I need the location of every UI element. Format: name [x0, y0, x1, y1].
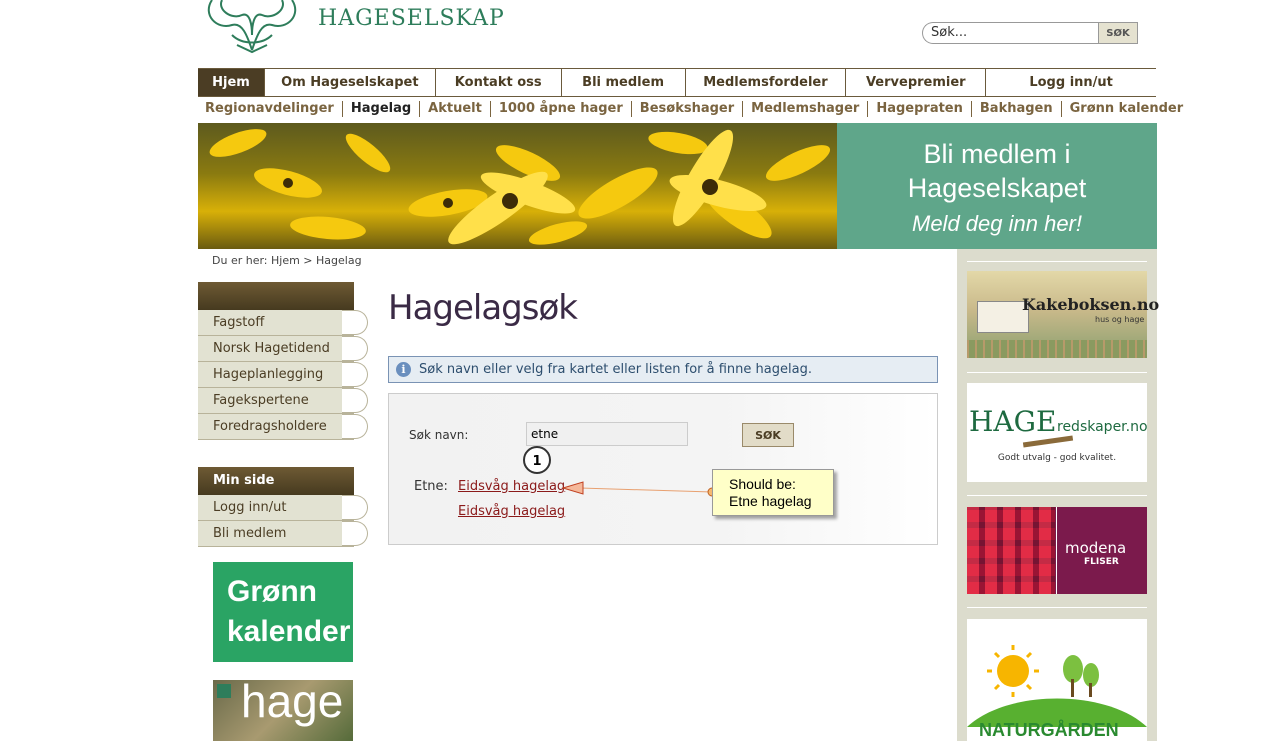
sub-nav: Regionavdelinger Hagelag Aktuelt 1000 åp… [205, 101, 1191, 117]
annotation-marker: 1 [523, 446, 551, 474]
subnav-besokshager[interactable]: Besøkshager [632, 101, 744, 117]
search-panel [388, 393, 938, 545]
left-nav-fagstoff[interactable]: Fagstoff [198, 310, 368, 336]
ad-kakeboksen[interactable]: Kakeboksen.no hus og hage [967, 271, 1159, 358]
result-link[interactable]: Eidsvåg hagelag [458, 504, 565, 519]
subnav-aktuelt[interactable]: Aktuelt [420, 101, 491, 117]
nav-hjem[interactable]: Hjem [198, 69, 265, 96]
annotation-note: Should be: Etne hagelag [712, 469, 834, 516]
subnav-hagepraten[interactable]: Hagepraten [868, 101, 972, 117]
fence-image [967, 340, 1147, 358]
min-side-header: Min side [198, 467, 354, 495]
cta-subtitle: Meld deg inn her! [912, 211, 1082, 236]
tile-pattern-overlay [967, 507, 1055, 594]
left-nav-hageplanlegging[interactable]: Hageplanlegging [198, 362, 368, 388]
search-name-input[interactable]: etne [526, 422, 688, 446]
divider [967, 607, 1147, 608]
nav-logg-inn[interactable]: Logg inn/ut [986, 69, 1156, 96]
gronn-kalender-promo[interactable]: Grønn kalender [213, 562, 353, 662]
subnav-gronn-kalender[interactable]: Grønn kalender [1062, 101, 1192, 117]
left-nav-fagekspertene[interactable]: Fagekspertene [198, 388, 368, 414]
breadcrumb: Du er her: Hjem > Hagelag [212, 254, 362, 267]
annotation-arrow [561, 481, 717, 497]
search-button[interactable]: SØK [1098, 22, 1138, 44]
subnav-regionavdelinger[interactable]: Regionavdelinger [205, 101, 343, 117]
left-nav-bli-medlem[interactable]: Bli medlem [198, 521, 368, 547]
info-message: Søk navn eller velg fra kartet eller lis… [388, 356, 938, 383]
divider [967, 261, 1147, 262]
search-input[interactable]: Søk... [922, 22, 1098, 44]
divider [967, 495, 1147, 496]
banner-membership-cta[interactable]: Bli medlem i Hageselskapet Meld deg inn … [837, 123, 1157, 249]
ad-modena[interactable]: modena FLISER [967, 507, 1147, 594]
subnav-medlemshager[interactable]: Medlemshager [743, 101, 869, 117]
nav-kontakt-oss[interactable]: Kontakt oss [436, 69, 562, 96]
main-nav: Hjem Om Hageselskapet Kontakt oss Bli me… [198, 68, 1156, 97]
cta-title: Bli medlem i Hageselskapet [907, 139, 1087, 203]
search-name-button[interactable]: SØK [742, 423, 794, 447]
banner-flower-photo [198, 123, 837, 249]
magazine-title: hage [241, 680, 344, 727]
left-nav-header [198, 282, 354, 310]
subnav-1000-apne-hager[interactable]: 1000 åpne hager [491, 101, 632, 117]
subnav-hagelag[interactable]: Hagelag [343, 101, 421, 117]
site-name[interactable]: HAGESELSKAP [318, 6, 505, 31]
divider [1056, 507, 1057, 594]
info-icon: i [396, 362, 411, 377]
nav-medlemsfordeler[interactable]: Medlemsfordeler [686, 69, 847, 96]
divider [967, 372, 1147, 373]
left-nav-logg-inn[interactable]: Logg inn/ut [198, 495, 368, 521]
nav-vervepremier[interactable]: Vervepremier [846, 69, 987, 96]
nav-om-hageselskapet[interactable]: Om Hageselskapet [265, 69, 436, 96]
page-title: Hagelagsøk [388, 288, 578, 328]
subnav-bakhagen[interactable]: Bakhagen [972, 101, 1062, 117]
nav-bli-medlem[interactable]: Bli medlem [562, 69, 686, 96]
result-label: Etne: [414, 479, 448, 494]
result-link[interactable]: Eidsvåg hagelag [458, 479, 565, 494]
hage-magazine-promo[interactable]: hage [213, 680, 353, 741]
search-name-label: Søk navn: [409, 428, 469, 442]
ad-hageredskaper[interactable]: HAGE redskaper.no Godt utvalg - god kval… [967, 383, 1148, 482]
left-nav-foredragsholdere[interactable]: Foredragsholdere [198, 414, 368, 440]
hageselskap-logo[interactable] [202, 0, 302, 55]
ad-naturgarden[interactable]: NATURGÅRDEN [967, 619, 1147, 741]
left-nav-norsk-hagetidend[interactable]: Norsk Hagetidend [198, 336, 368, 362]
magazine-logo-icon [217, 684, 231, 698]
right-sidebar: Kakeboksen.no hus og hage HAGE redskaper… [957, 249, 1159, 741]
